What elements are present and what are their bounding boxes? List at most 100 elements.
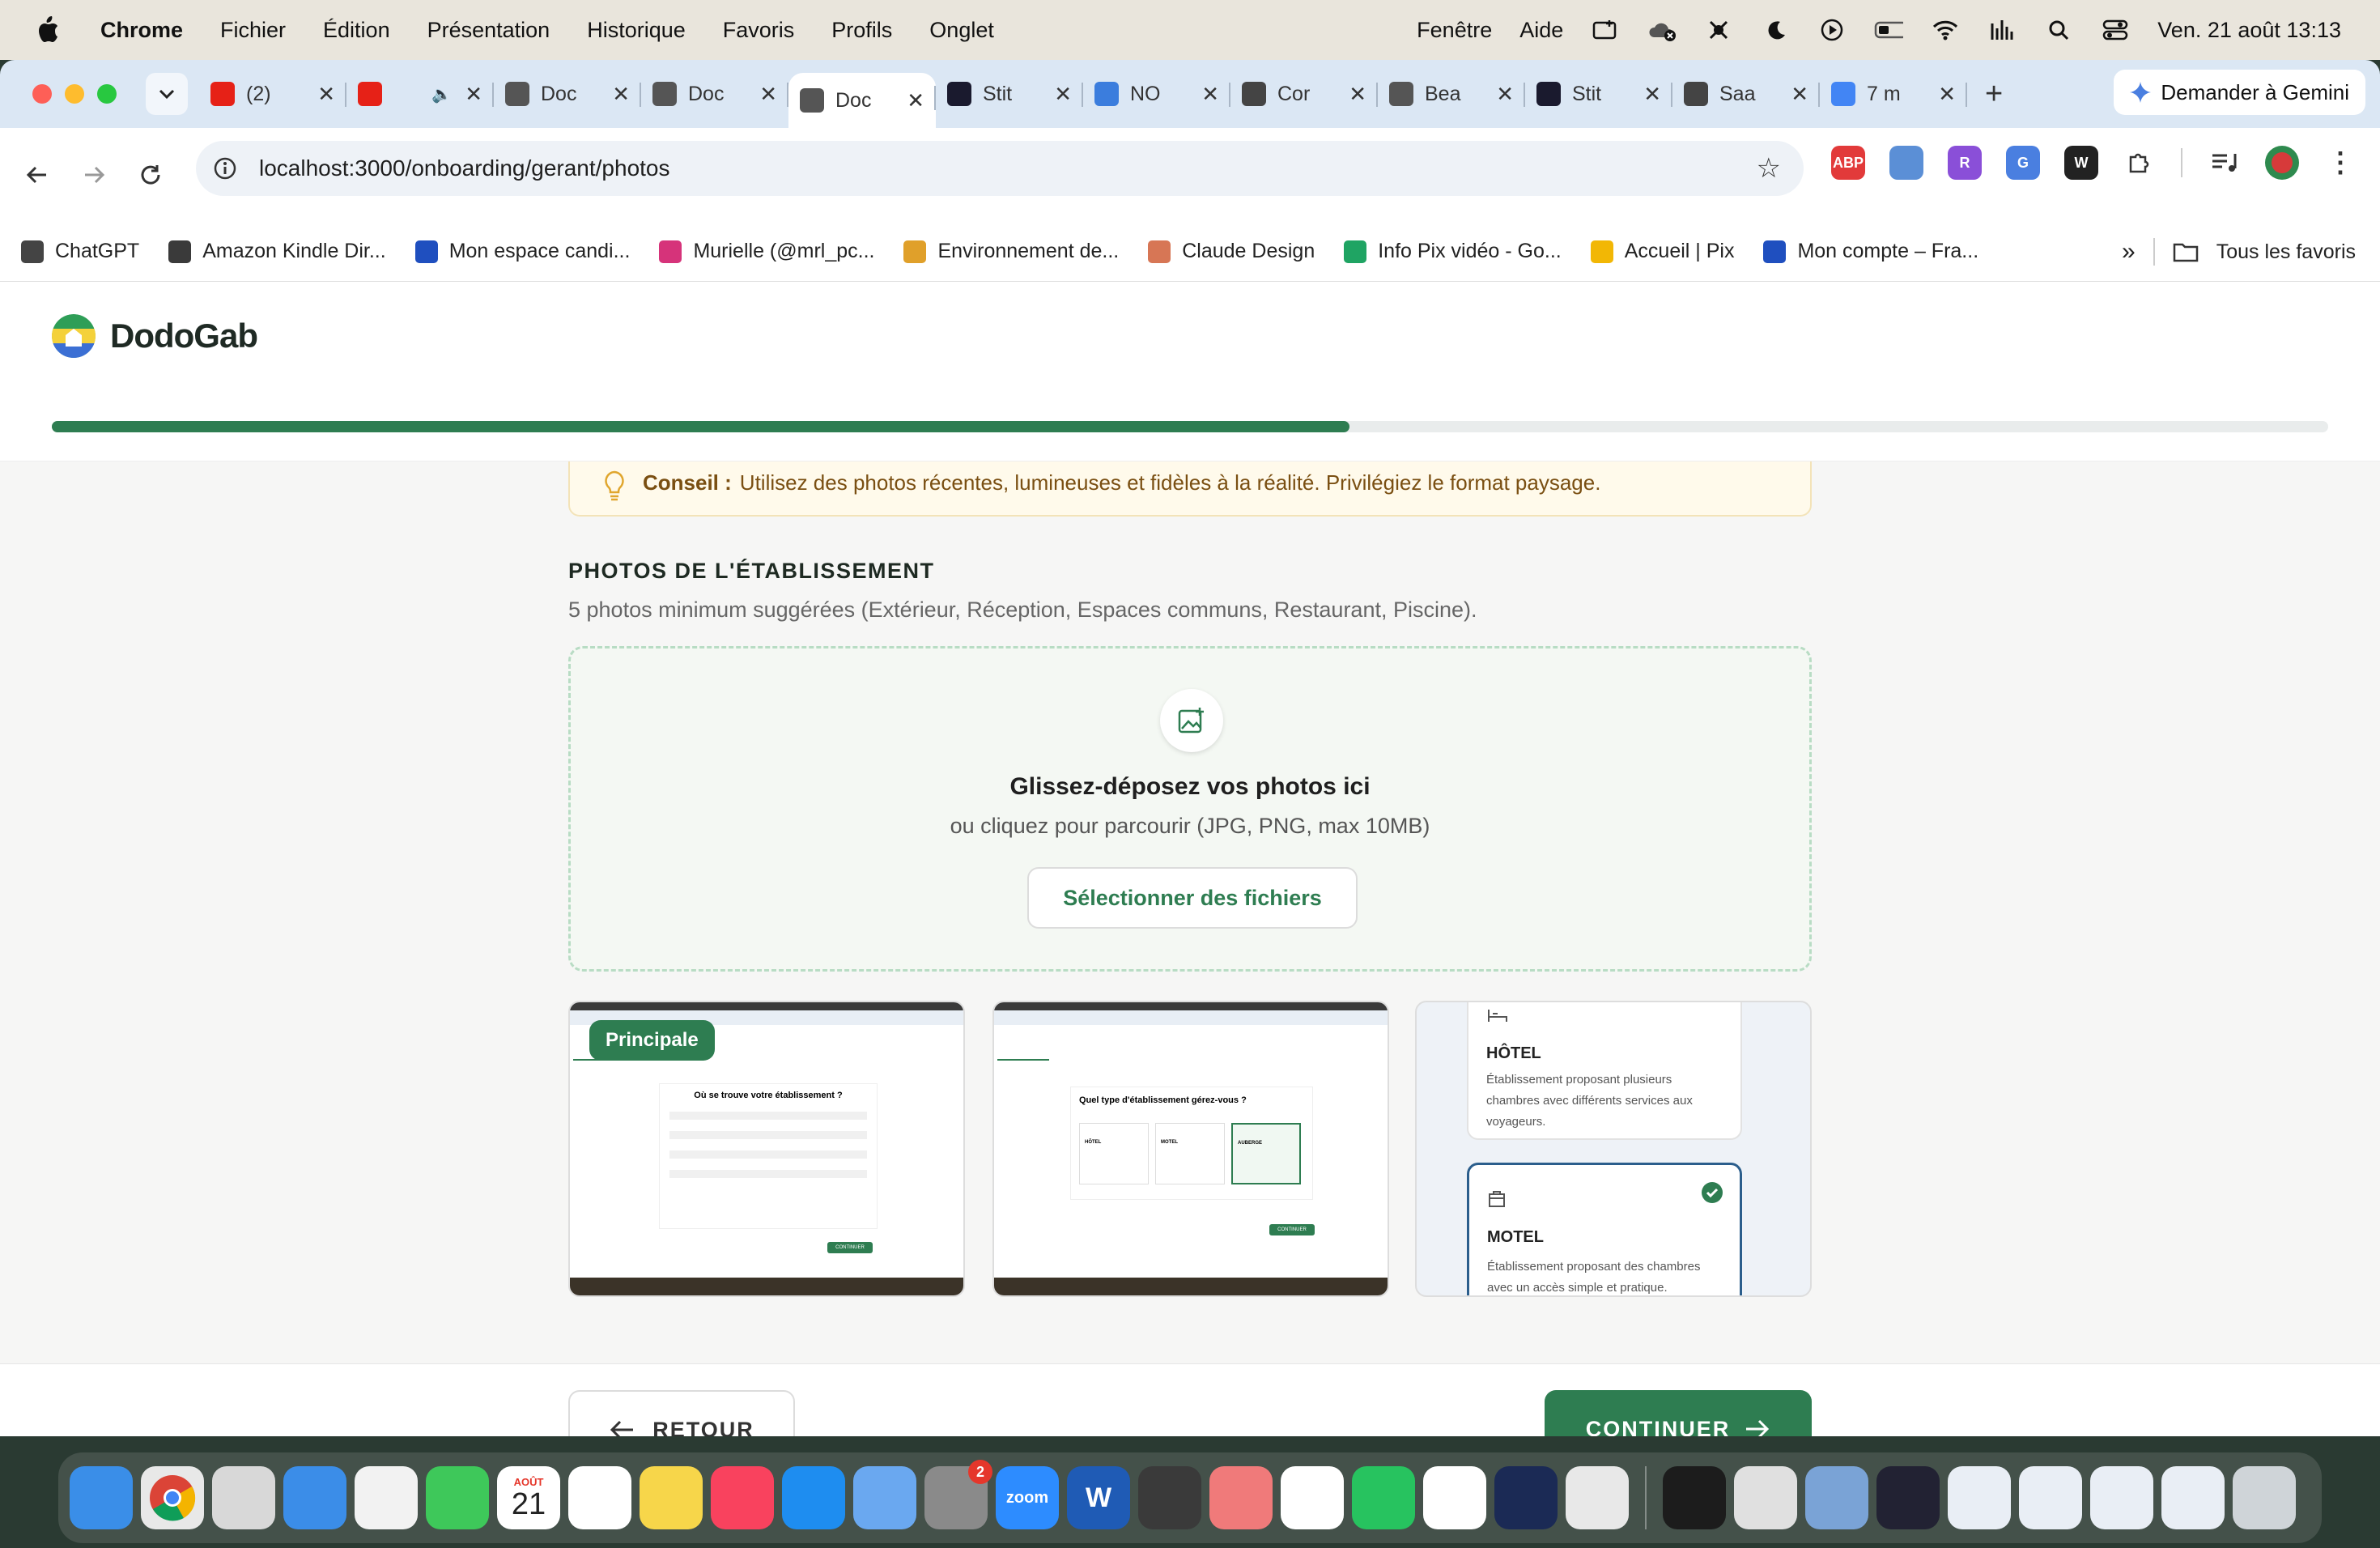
battery-icon[interactable] [1874,18,1904,42]
menu-onglet[interactable]: Onglet [929,18,994,43]
photo-thumbnail-2[interactable]: Quel type d'établissement gérez-vous ? H… [992,1001,1389,1297]
adblock-extension-icon[interactable]: ABP [1831,146,1865,180]
bookmark-item[interactable]: Amazon Kindle Dir... [168,240,386,263]
select-files-button[interactable]: Sélectionner des fichiers [1027,867,1358,929]
folder-stack-icon[interactable] [2161,1466,2225,1529]
menu-edition[interactable]: Édition [323,18,390,43]
facetime-icon[interactable] [426,1466,489,1529]
arc-icon[interactable] [1494,1466,1558,1529]
bookmark-item[interactable]: ChatGPT [21,240,139,263]
tab[interactable]: Stit ✕ [936,70,1083,118]
menu-profils[interactable]: Profils [831,18,892,43]
capcut-icon[interactable] [1281,1466,1344,1529]
tab-active[interactable]: Doc ✕ [788,73,936,128]
back-arrow-icon[interactable] [18,155,57,194]
menu-app-name[interactable]: Chrome [100,18,183,43]
close-tab-icon[interactable]: ✕ [1496,82,1514,107]
close-tab-icon[interactable]: ✕ [1643,82,1661,107]
tab[interactable]: (2) ✕ [199,70,346,118]
istat-menu-icon[interactable] [1987,18,2017,42]
image-extension-icon[interactable] [1889,146,1923,180]
back-button[interactable]: RETOUR [568,1390,795,1436]
wifi-icon[interactable] [1931,18,1960,42]
menu-historique[interactable]: Historique [587,18,686,43]
drive-icon[interactable] [1423,1466,1486,1529]
bookmark-item[interactable]: Murielle (@mrl_pc... [659,240,874,263]
all-bookmarks-link[interactable]: Tous les favoris [2216,240,2356,264]
minimize-window-button[interactable] [65,84,84,104]
tab[interactable]: Cor ✕ [1230,70,1378,118]
folder-stack-icon[interactable] [1948,1466,2011,1529]
word-icon[interactable]: W [1067,1466,1130,1529]
bookmark-item[interactable]: Mon compte – Fra... [1763,240,1978,263]
todo-icon[interactable] [1209,1466,1273,1529]
bookmark-item[interactable]: Mon espace candi... [414,240,630,263]
chrome-menu-icon[interactable]: ⋮ [2323,146,2357,180]
puzzle-extensions-icon[interactable] [2123,146,2157,180]
photos-icon[interactable] [355,1466,418,1529]
bookmark-item[interactable]: Info Pix vidéo - Go... [1344,240,1562,263]
close-tab-icon[interactable]: ✕ [759,82,777,107]
whatsapp-icon[interactable] [1352,1466,1415,1529]
tab[interactable]: Saa ✕ [1672,70,1820,118]
trash-icon[interactable] [2233,1466,2296,1529]
tab[interactable]: NO ✕ [1083,70,1230,118]
menu-favoris[interactable]: Favoris [723,18,795,43]
w-extension-icon[interactable]: W [2064,146,2098,180]
terminal-icon[interactable] [1663,1466,1726,1529]
zoom-icon[interactable]: zoom [996,1466,1059,1529]
tab[interactable]: Bea ✕ [1378,70,1525,118]
menu-fenetre[interactable]: Fenêtre [1417,18,1492,43]
close-tab-icon[interactable]: ✕ [1201,82,1219,107]
tab[interactable]: Stit ✕ [1525,70,1672,118]
close-tab-icon[interactable]: ✕ [1938,82,1956,107]
close-tab-icon[interactable]: ✕ [1054,82,1072,107]
profile-avatar[interactable] [2265,146,2299,180]
forward-arrow-icon[interactable] [74,155,113,194]
chrome-icon[interactable] [141,1466,204,1529]
bookmark-star-icon[interactable]: ☆ [1757,152,1781,185]
bookmarks-overflow-button[interactable]: » [2122,238,2136,266]
cloud-sync-icon[interactable] [1647,18,1677,42]
appstore-icon[interactable] [782,1466,845,1529]
translate-extension-icon[interactable]: G [2006,146,2040,180]
bookmark-item[interactable]: Accueil | Pix [1590,240,1734,263]
site-info-icon[interactable] [209,152,241,185]
new-tab-button[interactable]: + [1985,77,2003,112]
safari-icon[interactable] [283,1466,346,1529]
close-window-button[interactable] [32,84,52,104]
settings-icon[interactable]: 2 [924,1460,992,1529]
r-extension-icon[interactable]: R [1948,146,1982,180]
tab[interactable]: Doc ✕ [494,70,641,118]
calendar-icon[interactable]: AOÛT 21 [497,1466,560,1529]
folder-stack-icon[interactable] [2019,1466,2082,1529]
finder-icon[interactable] [70,1466,133,1529]
close-tab-icon[interactable]: ✕ [1791,82,1808,107]
dodogab-logo[interactable]: DodoGab [52,314,258,358]
mail-icon[interactable] [1805,1466,1868,1529]
url-text[interactable]: localhost:3000/onboarding/gerant/photos [259,155,670,181]
spotlight-search-icon[interactable] [2044,18,2073,42]
apple-icon[interactable] [36,16,60,44]
iphone-mirror-icon[interactable] [1566,1466,1629,1529]
tab[interactable]: 7 m ✕ [1820,70,1967,118]
photo-thumbnail-1[interactable]: Où se trouve votre établissement ? CONTI… [568,1001,965,1297]
music-icon[interactable] [711,1466,774,1529]
screen-share-icon[interactable] [1591,18,1620,42]
control-center-icon[interactable] [2101,18,2130,42]
bookmark-item[interactable]: Claude Design [1148,240,1315,263]
moon-icon[interactable] [1761,18,1790,42]
reminders-icon[interactable] [568,1466,631,1529]
launchpad-icon[interactable] [212,1466,275,1529]
menu-presentation[interactable]: Présentation [427,18,550,43]
bookmark-item[interactable]: Environnement de... [903,240,1119,263]
close-tab-icon[interactable]: ✕ [612,82,630,107]
photo-thumbnail-3[interactable]: HÔTEL Établissement proposant plusieurs … [1415,1001,1812,1297]
extension-status-icon[interactable] [1704,18,1733,42]
folder-stack-icon[interactable] [2090,1466,2153,1529]
close-tab-icon[interactable]: ✕ [317,82,335,107]
menu-fichier[interactable]: Fichier [220,18,286,43]
tab[interactable]: Doc ✕ [641,70,788,118]
tab[interactable]: 🔈 ✕ [346,70,494,118]
tab-search-button[interactable] [146,73,188,115]
